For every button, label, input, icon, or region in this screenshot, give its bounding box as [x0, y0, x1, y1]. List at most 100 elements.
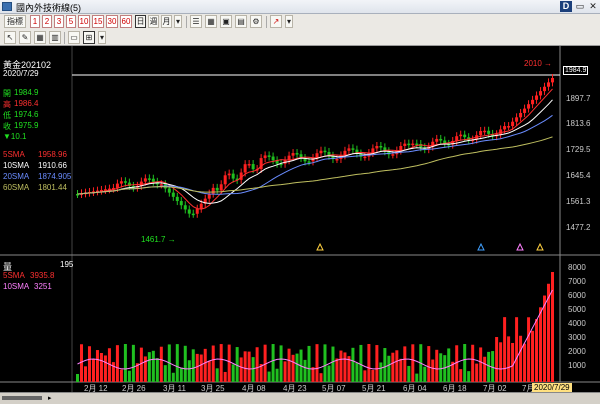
- period-10-button[interactable]: 10: [78, 15, 90, 28]
- volume-bar: [467, 371, 471, 382]
- candle-body: [435, 138, 439, 142]
- grid-icon[interactable]: ▦: [34, 31, 46, 44]
- vol-tick-6000: 6000: [568, 291, 586, 300]
- candle-body: [351, 148, 355, 150]
- low-label: 低: [3, 111, 11, 120]
- volume-bar: [303, 359, 307, 382]
- toolbar-periods: 指標 1 2 3 5 10 15 30 60 日 週 月 ▾ ☰ ▦ ▣ ▤ ⚙…: [0, 14, 600, 30]
- period-week-button[interactable]: 週: [148, 15, 159, 28]
- volume-bar: [295, 353, 299, 382]
- pen-icon[interactable]: ✎: [19, 31, 31, 44]
- candle-body: [515, 117, 519, 122]
- candle-body: [227, 173, 231, 176]
- period-day-button[interactable]: 日: [135, 15, 146, 28]
- candle-body: [375, 145, 379, 149]
- period-3-button[interactable]: 3: [54, 15, 64, 28]
- sma60-value: 1801.44: [38, 183, 67, 192]
- volume-bar: [151, 350, 155, 382]
- period-1-button[interactable]: 1: [30, 15, 40, 28]
- vol-sma10-label: 10SMA: [3, 282, 30, 291]
- period-30-button[interactable]: 30: [106, 15, 118, 28]
- period-month-button[interactable]: 月: [161, 15, 172, 28]
- period-2-button[interactable]: 2: [42, 15, 52, 28]
- candle-body: [347, 148, 351, 151]
- grid-table-icon[interactable]: ⊞: [83, 31, 95, 44]
- indicator-button[interactable]: 指標: [4, 15, 26, 28]
- vol-tick-3000: 3000: [568, 333, 586, 342]
- volume-bar: [415, 373, 419, 382]
- close-button[interactable]: ✕: [587, 1, 599, 12]
- candle-body: [159, 184, 163, 186]
- settings-icon[interactable]: ⚙: [250, 15, 262, 28]
- volume-bar: [499, 342, 503, 382]
- table-icon[interactable]: ▦: [205, 15, 217, 28]
- candle-body: [199, 203, 203, 209]
- candle-body: [263, 155, 267, 159]
- volume-bar: [271, 344, 275, 382]
- candle-body: [379, 145, 383, 148]
- volume-bar: [359, 344, 363, 382]
- candle-body: [535, 95, 539, 100]
- volume-bar: [455, 345, 459, 382]
- layout-icon[interactable]: ▥: [49, 31, 61, 44]
- maximize-button[interactable]: ▭: [574, 1, 586, 12]
- chart-line-icon[interactable]: ↗: [270, 15, 282, 28]
- volume-bar: [287, 348, 291, 382]
- list-icon[interactable]: ☰: [190, 15, 202, 28]
- signal-triangle-icon: [477, 242, 485, 251]
- dropdown3-icon[interactable]: ▾: [98, 31, 106, 44]
- price-chart-svg[interactable]: [0, 46, 600, 392]
- window-title-bar: 國內外技術線(5) D ▭ ✕: [0, 0, 600, 14]
- candle-body: [543, 86, 547, 92]
- frame-icon[interactable]: ▭: [68, 31, 80, 44]
- vol-sma5-value: 3935.8: [30, 271, 55, 280]
- vol-sma5-label: 5SMA: [3, 271, 25, 280]
- volume-bar: [203, 348, 207, 382]
- window-icon[interactable]: ▣: [220, 15, 232, 28]
- price-tick-2: 1813.6: [566, 119, 591, 128]
- volume-bar: [83, 366, 87, 382]
- candle-body: [531, 99, 535, 105]
- chart-area[interactable]: 黃金202102 2020/7/29 開 1984.9 高 1986.4 低 1…: [0, 46, 600, 393]
- cursor-icon[interactable]: ↖: [4, 31, 16, 44]
- candle-body: [307, 161, 311, 163]
- dropdown2-icon[interactable]: ▾: [285, 15, 293, 28]
- period-60-button[interactable]: 60: [120, 15, 132, 28]
- volume-bar: [147, 352, 151, 382]
- window-title: 國內外技術線(5): [16, 3, 81, 13]
- volume-bar: [211, 345, 215, 382]
- candle-body: [115, 183, 119, 188]
- volume-bar: [399, 358, 403, 382]
- volume-bar: [527, 317, 531, 382]
- sma10-value: 1910.66: [38, 161, 67, 170]
- app-icon: [2, 2, 12, 11]
- volume-bar: [503, 317, 507, 382]
- sma5-value: 1958.96: [38, 150, 67, 159]
- open-label: 開: [3, 89, 11, 98]
- candle-body: [523, 108, 527, 113]
- candle-body: [483, 130, 487, 133]
- period-15-button[interactable]: 15: [92, 15, 104, 28]
- candle-body: [459, 134, 463, 137]
- volume-bar: [199, 354, 203, 382]
- candle-body: [439, 138, 443, 141]
- candle-body: [335, 158, 339, 161]
- vol-tick-1000: 1000: [568, 361, 586, 370]
- candle-body: [167, 188, 171, 193]
- stack-icon[interactable]: ▤: [235, 15, 247, 28]
- volume-bar: [243, 351, 247, 382]
- horizontal-scrollbar[interactable]: [2, 396, 42, 400]
- volume-bar: [335, 358, 339, 382]
- candle-body: [503, 126, 507, 130]
- dropdown-icon[interactable]: ▾: [174, 15, 182, 28]
- volume-bar: [307, 345, 311, 382]
- period-5-button[interactable]: 5: [66, 15, 76, 28]
- open-value: 1984.9: [14, 88, 39, 97]
- volume-bar: [487, 351, 491, 382]
- candle-body: [319, 150, 323, 154]
- volume-bar: [363, 370, 367, 382]
- candle-body: [195, 208, 199, 214]
- volume-bar: [431, 359, 435, 382]
- detach-button[interactable]: D: [560, 1, 572, 12]
- scroll-right-icon[interactable]: ▸: [48, 394, 52, 402]
